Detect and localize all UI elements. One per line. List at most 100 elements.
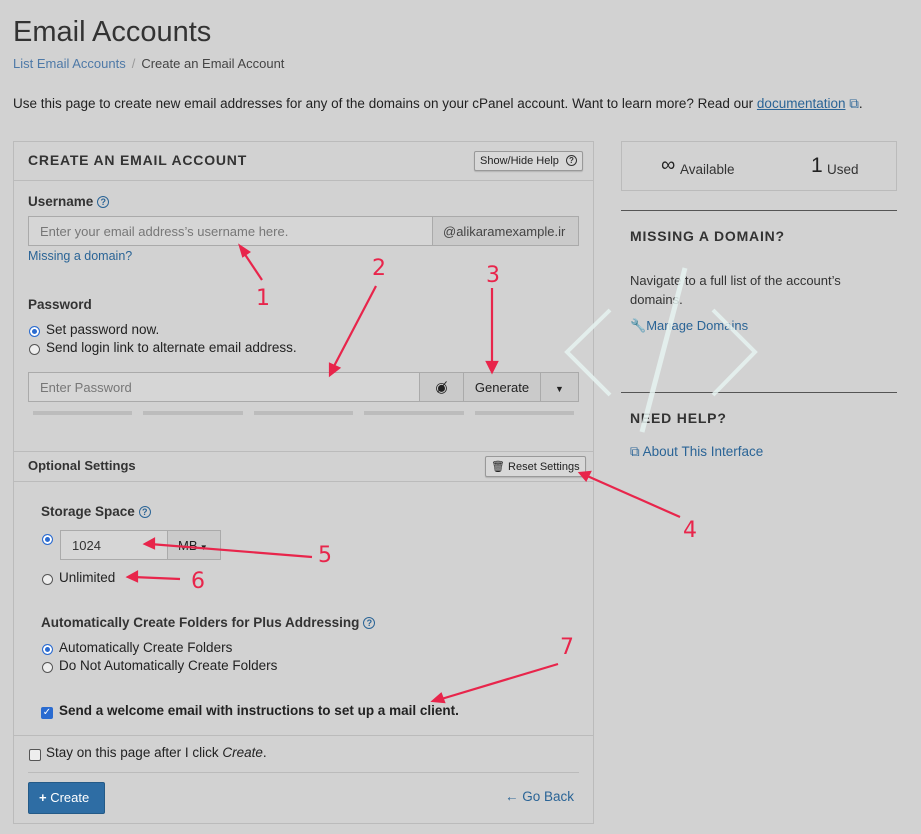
strength-bar-1 [33, 411, 132, 415]
show-hide-help-button[interactable]: Show/Hide Help ? [474, 151, 583, 171]
wrench-icon: 🔧 [630, 318, 647, 333]
manage-domains-link[interactable]: 🔧Manage Domains [630, 318, 748, 334]
password-label: Password [28, 297, 92, 312]
external-link-icon: ⧉ [849, 96, 859, 111]
stay-on-page-text: Stay on this page after I click [46, 745, 223, 760]
show-hide-help-label: Show/Hide Help [480, 155, 559, 167]
storage-value-input[interactable]: 1024 [60, 530, 168, 560]
create-account-panel: CREATE AN EMAIL ACCOUNT Show/Hide Help ?… [13, 141, 594, 824]
go-back-label: Go Back [522, 789, 575, 804]
about-interface-link[interactable]: ⧉ About This Interface [630, 444, 763, 460]
panel-heading: CREATE AN EMAIL ACCOUNT [28, 152, 248, 168]
trash-icon: 🗑 [491, 461, 505, 473]
create-button[interactable]: + Create [28, 782, 105, 814]
reset-settings-button[interactable]: 🗑 Reset Settings [485, 456, 586, 477]
strength-bar-3 [254, 411, 353, 415]
stay-on-page-label: Stay on this page after I click Create. [46, 745, 267, 760]
storage-space-label: Storage Space? [41, 504, 151, 519]
missing-domain-link[interactable]: Missing a domain? [28, 249, 132, 263]
strength-bar-4 [364, 411, 464, 415]
create-button-label: Create [50, 790, 90, 805]
password-input[interactable]: Enter Password [28, 372, 420, 402]
domain-addon: @alikaramexample.ir [432, 216, 579, 246]
available-label: Available [680, 162, 735, 177]
breadcrumb-list-email-accounts[interactable]: List Email Accounts [13, 56, 126, 71]
external-link-icon: ⧉ [630, 444, 640, 459]
annotation-label-7: 7 [560, 635, 574, 660]
stay-on-page-emphasis: Create [222, 745, 263, 760]
storage-unlimited-radio[interactable] [42, 574, 53, 585]
annotation-label-5: 5 [318, 543, 332, 568]
storage-unit-dropdown[interactable]: MB ▼ [167, 530, 221, 560]
infinity-symbol: ∞ [661, 154, 676, 176]
breadcrumb-current: Create an Email Account [141, 56, 285, 71]
storage-custom-radio[interactable] [42, 534, 53, 545]
intro-sentence: Use this page to create new email addres… [13, 96, 754, 111]
panel-header: CREATE AN EMAIL ACCOUNT Show/Hide Help ? [14, 142, 593, 181]
plus-addressing-help-icon[interactable]: ? [363, 617, 376, 629]
sidebar-divider-1 [621, 210, 897, 211]
caret-down-icon: ▼ [197, 543, 208, 552]
send-login-link-label: Send login link to alternate email addre… [46, 340, 297, 355]
help-icon: ? [565, 155, 577, 166]
no-auto-folders-label: Do Not Automatically Create Folders [59, 658, 278, 673]
divider-top-optional [14, 451, 593, 452]
eye-slash-icon: ◉̸ [435, 379, 448, 395]
intro-end: . [858, 96, 863, 111]
used-label: Used [827, 162, 859, 177]
divider-stay [14, 735, 593, 736]
no-auto-folders-radio[interactable] [42, 662, 53, 673]
username-label: Username? [28, 194, 110, 209]
generate-password-button[interactable]: Generate [463, 372, 541, 402]
set-password-now-label: Set password now. [46, 322, 160, 337]
strength-bar-5 [475, 411, 574, 415]
plus-addressing-label: Automatically Create Folders for Plus Ad… [41, 615, 376, 630]
stay-on-page-end: . [262, 745, 267, 760]
about-interface-label: About This Interface [642, 444, 764, 459]
annotation-label-1: 1 [256, 286, 270, 311]
storage-unlimited-label: Unlimited [59, 570, 116, 585]
go-back-link[interactable]: ← Go Back [505, 789, 574, 804]
breadcrumb-separator: / [131, 56, 136, 71]
generate-options-dropdown[interactable]: ▼ [540, 372, 579, 402]
username-label-text: Username [28, 194, 94, 209]
account-stats-box: ∞ Available 1 Used [621, 141, 897, 191]
strength-bar-2 [143, 411, 243, 415]
annotation-arrow-4 [584, 473, 681, 519]
optional-settings-heading: Optional Settings [28, 458, 136, 473]
sidebar-divider-2 [621, 392, 897, 393]
annotation-label-4: 4 [683, 518, 697, 543]
username-help-icon[interactable]: ? [97, 196, 110, 208]
set-password-now-radio[interactable] [29, 326, 40, 337]
divider-actions [28, 772, 579, 773]
missing-domain-text: Navigate to a full list of the account’s… [630, 273, 841, 307]
intro-text: Use this page to create new email addres… [13, 96, 863, 112]
arrow-left-icon: ← [505, 789, 519, 804]
plus-icon: + [39, 790, 47, 805]
welcome-email-label: Send a welcome email with instructions t… [59, 703, 459, 718]
toggle-password-visibility-button[interactable]: ◉̸ [419, 372, 464, 402]
caret-down-icon: ▼ [555, 384, 564, 394]
auto-create-folders-label: Automatically Create Folders [59, 640, 233, 655]
storage-help-icon[interactable]: ? [138, 506, 151, 518]
breadcrumb: List Email Accounts / Create an Email Acco… [13, 56, 284, 71]
used-count: 1 [811, 154, 823, 177]
reset-settings-label: Reset Settings [508, 461, 580, 473]
need-help-heading: NEED HELP? [630, 410, 727, 426]
annotation-label-2: 2 [372, 256, 386, 281]
manage-domains-label: Manage Domains [646, 318, 749, 333]
missing-domain-heading: MISSING A DOMAIN? [630, 228, 785, 244]
storage-space-label-text: Storage Space [41, 504, 135, 519]
documentation-link[interactable]: documentation [757, 96, 846, 111]
storage-unit-label: MB [178, 538, 198, 553]
auto-create-folders-radio[interactable] [42, 644, 53, 655]
username-input[interactable]: Enter your email address’s username here… [28, 216, 433, 246]
divider-bottom-optional [14, 481, 593, 482]
annotation-label-6: 6 [191, 569, 205, 594]
plus-addressing-label-text: Automatically Create Folders for Plus Ad… [41, 615, 360, 630]
stay-on-page-checkbox[interactable] [29, 749, 41, 761]
page-title: Email Accounts [13, 16, 212, 48]
send-login-link-radio[interactable] [29, 344, 40, 355]
welcome-email-checkbox[interactable]: ✓ [41, 707, 53, 719]
annotation-label-3: 3 [486, 263, 500, 288]
